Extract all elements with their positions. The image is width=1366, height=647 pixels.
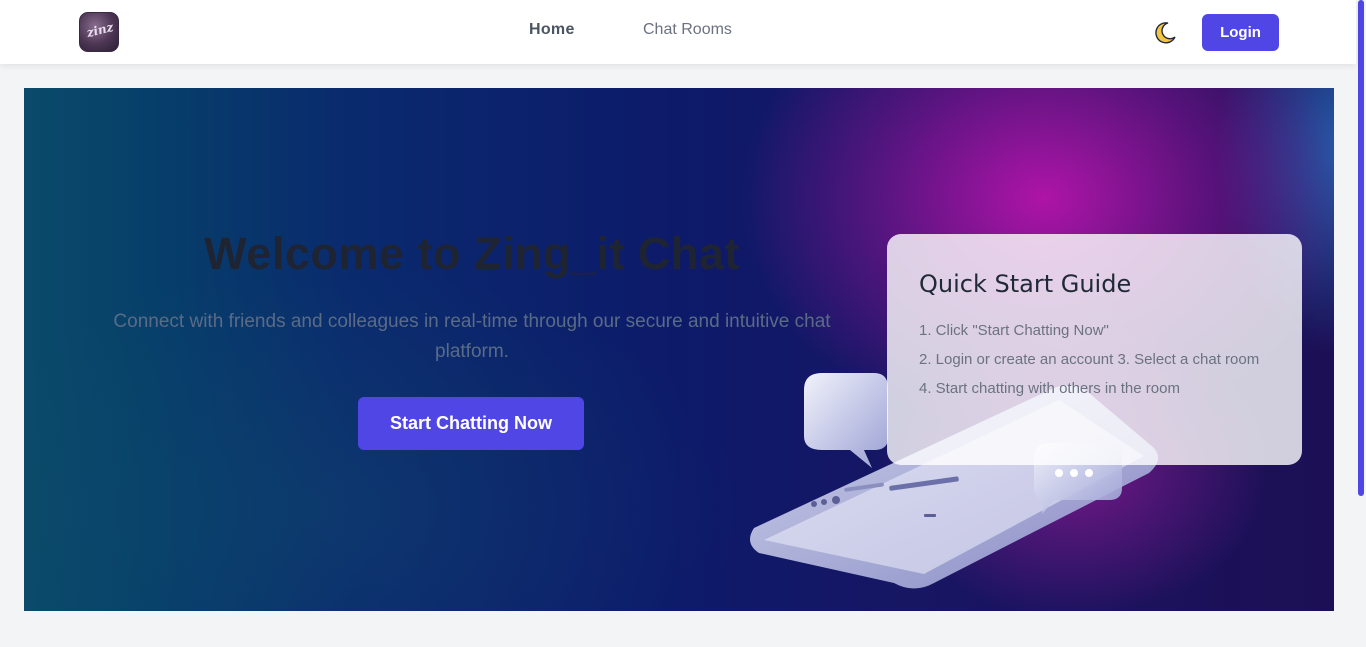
scrollbar-thumb[interactable] (1358, 0, 1364, 496)
hero-section: Welcome to Zing_it Chat Connect with fri… (24, 88, 1334, 611)
page-scrollbar[interactable] (1356, 0, 1366, 647)
guide-steps: 1. Click "Start Chatting Now" 2. Login o… (919, 316, 1270, 403)
guide-step-line: 2. Login or create an account 3. Select … (919, 351, 1260, 368)
moon-icon[interactable] (1152, 20, 1178, 46)
hero-title: Welcome to Zing_it Chat (204, 228, 740, 279)
nav-link-chat-rooms[interactable]: Chat Rooms (643, 21, 732, 39)
guide-step-line: 1. Click "Start Chatting Now" (919, 322, 1109, 339)
app-logo[interactable]: zinz (79, 12, 119, 52)
quick-start-card: Quick Start Guide 1. Click "Start Chatti… (887, 234, 1302, 465)
guide-step-line: 4. Start chatting with others in the roo… (919, 380, 1180, 397)
hero-subtitle: Connect with friends and colleagues in r… (113, 311, 831, 362)
logo-text: zinz (85, 19, 115, 41)
start-chatting-button[interactable]: Start Chatting Now (358, 397, 584, 450)
login-button[interactable]: Login (1202, 14, 1279, 51)
navbar: zinz Home Chat Rooms Login (0, 0, 1356, 64)
guide-title: Quick Start Guide (919, 270, 1132, 298)
nav-link-home[interactable]: Home (529, 21, 575, 39)
